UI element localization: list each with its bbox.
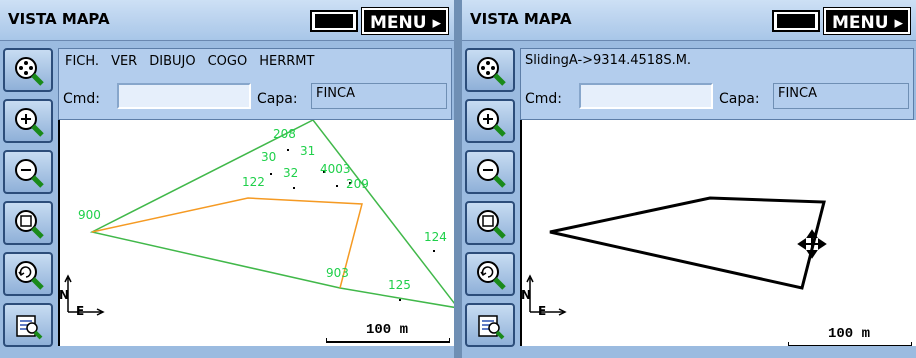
- east-label: E: [76, 304, 85, 318]
- point-label: 124: [424, 230, 447, 244]
- menu-fich[interactable]: FICH.: [65, 54, 99, 69]
- zoom-out-button[interactable]: [465, 150, 515, 194]
- window-title: VISTA MAPA: [8, 10, 110, 28]
- layers-icon: [16, 315, 43, 340]
- zoom-extents-icon: [15, 57, 44, 86]
- zoom-previous-button[interactable]: [3, 252, 53, 296]
- menu-button[interactable]: MENU ▸: [823, 7, 911, 35]
- window-title: VISTA MAPA: [470, 10, 572, 28]
- scale-bar: [788, 342, 912, 346]
- zoom-in-icon: [477, 108, 506, 137]
- zoom-window-button[interactable]: [3, 201, 53, 245]
- left-screen: VISTA MAPA MENU ▸ FICH. VER DIBUJO COGO HERR…: [0, 0, 454, 358]
- cmd-label: Cmd:: [63, 91, 101, 107]
- capa-label: Capa:: [719, 91, 760, 107]
- point-label: 903: [326, 266, 349, 280]
- zoom-out-button[interactable]: [3, 150, 53, 194]
- layers-icon: [478, 315, 505, 340]
- menu-bar: FICH. VER DIBUJO COGO HERRMT: [65, 54, 326, 69]
- north-label: N: [521, 288, 532, 302]
- menu-ver[interactable]: VER: [111, 54, 137, 69]
- point-label: 32: [283, 166, 299, 180]
- map-drawing: [549, 196, 827, 290]
- zoom-previous-button[interactable]: [465, 252, 515, 296]
- map-drawing: [89, 120, 454, 309]
- point-label: 30: [261, 150, 277, 164]
- point-label: 31: [300, 144, 316, 158]
- point-label: 209: [346, 177, 369, 191]
- zoom-out-icon: [15, 159, 44, 188]
- menu-button[interactable]: MENU ▸: [361, 7, 449, 35]
- point-label: 125: [388, 278, 411, 292]
- battery-indicator: [310, 10, 358, 32]
- layers-button[interactable]: [3, 303, 53, 347]
- right-screen: VISTA MAPA MENU ▸ SlidingA->9314.4518S.M…: [462, 0, 916, 358]
- zoom-in-icon: [15, 108, 44, 137]
- menu-cogo[interactable]: COGO: [208, 54, 248, 69]
- command-panel: SlidingA->9314.4518S.M. Cmd: Capa: FINCA: [520, 48, 914, 120]
- title-bar: VISTA MAPA MENU ▸: [0, 0, 454, 41]
- capa-select[interactable]: FINCA: [311, 83, 447, 109]
- scale-text: 100 m: [828, 326, 871, 342]
- cmd-label: Cmd:: [525, 91, 563, 107]
- map-view[interactable]: N E 100 m: [520, 120, 916, 346]
- zoom-extents-button[interactable]: [3, 48, 53, 92]
- zoom-previous-icon: [477, 261, 506, 290]
- menu-dibujo[interactable]: DIBUJO: [149, 54, 195, 69]
- zoom-window-icon: [15, 210, 44, 239]
- cmd-input[interactable]: [579, 83, 713, 109]
- point-label: 4003: [320, 162, 351, 176]
- point-label: 208: [273, 127, 296, 141]
- command-panel: FICH. VER DIBUJO COGO HERRMT Cmd: Capa: FINC…: [58, 48, 452, 120]
- capa-label: Capa:: [257, 91, 298, 107]
- zoom-previous-icon: [15, 261, 44, 290]
- cmd-input[interactable]: [117, 83, 251, 109]
- zoom-in-button[interactable]: [465, 99, 515, 143]
- battery-indicator: [772, 10, 820, 32]
- point-label: 900: [78, 208, 101, 222]
- north-label: N: [59, 288, 70, 302]
- zoom-in-button[interactable]: [3, 99, 53, 143]
- east-label: E: [538, 304, 547, 318]
- point-label: 122: [242, 175, 265, 189]
- zoom-extents-icon: [477, 57, 506, 86]
- title-bar: VISTA MAPA MENU ▸: [462, 0, 916, 41]
- map-view[interactable]: 208 30 31 32 4003 122 209 900 124 903 12…: [58, 120, 454, 346]
- layers-button[interactable]: [465, 303, 515, 347]
- menu-herrmt[interactable]: HERRMT: [259, 54, 314, 69]
- zoom-window-icon: [477, 210, 506, 239]
- parcel-boundary: [549, 196, 826, 290]
- move-cursor-icon: [797, 229, 827, 259]
- zoom-extents-button[interactable]: [465, 48, 515, 92]
- zoom-out-icon: [477, 159, 506, 188]
- capa-select[interactable]: FINCA: [773, 83, 909, 109]
- status-line: SlidingA->9314.4518S.M.: [525, 53, 692, 68]
- scale-bar: [326, 338, 450, 343]
- scale-text: 100 m: [366, 322, 409, 338]
- zoom-window-button[interactable]: [465, 201, 515, 245]
